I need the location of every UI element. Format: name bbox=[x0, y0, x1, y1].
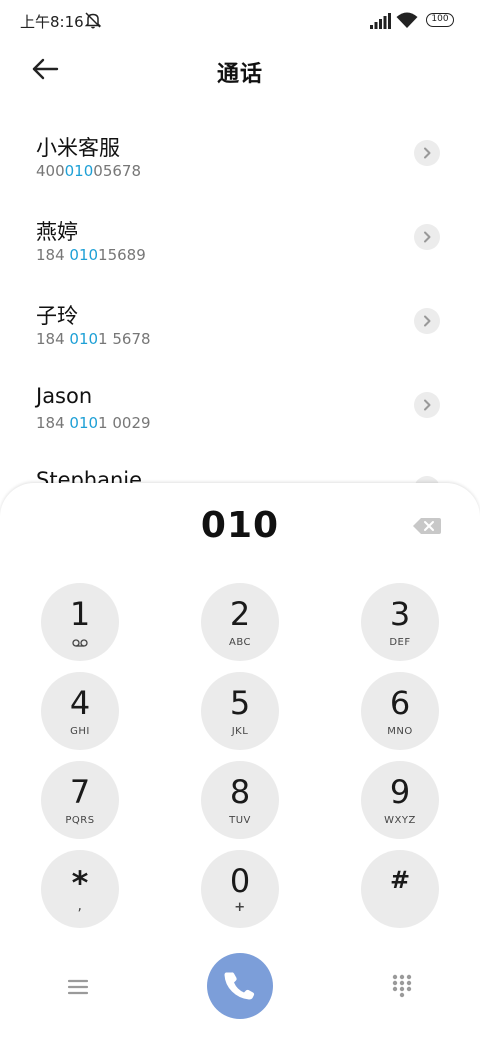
key-digit: # bbox=[389, 866, 411, 894]
key-digit: * bbox=[71, 864, 89, 902]
backspace-icon[interactable] bbox=[412, 515, 442, 537]
key-0[interactable]: 0 + bbox=[201, 850, 279, 928]
voicemail-icon bbox=[72, 639, 88, 647]
key-digit: 3 bbox=[389, 595, 411, 633]
key-letters: GHI bbox=[70, 726, 90, 737]
wifi-icon bbox=[396, 12, 418, 28]
contact-name: 燕婷 bbox=[36, 220, 78, 244]
key-digit: 5 bbox=[229, 684, 251, 722]
key-hash[interactable]: # bbox=[361, 850, 439, 928]
menu-icon[interactable] bbox=[66, 975, 90, 999]
keypad-grid-icon[interactable] bbox=[390, 973, 414, 999]
contact-list: 小米客服 40001005678 燕婷 184 01015689 子玲 184 … bbox=[0, 112, 480, 532]
key-7[interactable]: 7 PQRS bbox=[41, 761, 119, 839]
signal-icon bbox=[370, 13, 391, 29]
status-time: 上午8:16 bbox=[20, 13, 84, 31]
chevron-right-icon[interactable] bbox=[414, 308, 440, 334]
key-digit: 4 bbox=[69, 684, 91, 722]
key-digit: 6 bbox=[389, 684, 411, 722]
key-star[interactable]: * , bbox=[41, 850, 119, 928]
key-letters: WXYZ bbox=[384, 815, 416, 826]
mute-notification-icon bbox=[84, 12, 102, 29]
call-button[interactable] bbox=[207, 953, 273, 1019]
key-3[interactable]: 3 DEF bbox=[361, 583, 439, 661]
status-bar: 上午8:16 100 bbox=[0, 0, 480, 40]
match-highlight: 010 bbox=[69, 414, 99, 432]
key-letters: ABC bbox=[228, 637, 251, 648]
key-6[interactable]: 6 MNO bbox=[361, 672, 439, 750]
contact-number: 184 0101 5678 bbox=[36, 330, 151, 348]
chevron-right-icon[interactable] bbox=[414, 140, 440, 166]
key-1[interactable]: 1 bbox=[41, 583, 119, 661]
key-digit: 2 bbox=[229, 595, 251, 633]
key-digit: 1 bbox=[69, 595, 91, 633]
key-letters: , bbox=[77, 898, 83, 914]
contact-row[interactable]: 子玲 184 0101 5678 bbox=[0, 280, 480, 364]
contact-row[interactable]: 燕婷 184 01015689 bbox=[0, 196, 480, 280]
chevron-right-icon[interactable] bbox=[414, 224, 440, 250]
dialer-bottom-bar bbox=[0, 953, 480, 1021]
match-highlight: 010 bbox=[69, 246, 99, 264]
contact-name: 小米客服 bbox=[36, 136, 120, 160]
page-title: 通话 bbox=[216, 62, 263, 87]
battery-icon: 100 bbox=[426, 13, 454, 27]
match-highlight: 010 bbox=[69, 330, 99, 348]
key-letters: JKL bbox=[231, 726, 249, 737]
key-letters: TUV bbox=[229, 815, 251, 826]
contact-name: Jason bbox=[36, 384, 93, 408]
contact-row[interactable]: 小米客服 40001005678 bbox=[0, 112, 480, 196]
contact-row[interactable]: Jason 184 0101 0029 bbox=[0, 364, 480, 448]
key-2[interactable]: 2 ABC bbox=[201, 583, 279, 661]
contact-number: 40001005678 bbox=[36, 162, 141, 180]
key-4[interactable]: 4 GHI bbox=[41, 672, 119, 750]
contact-name: 子玲 bbox=[36, 304, 78, 328]
key-letters: PQRS bbox=[65, 815, 95, 826]
key-letters: DEF bbox=[389, 637, 411, 648]
key-letters: MNO bbox=[387, 726, 413, 737]
key-digit: 8 bbox=[229, 773, 251, 811]
dialed-number: 010 bbox=[200, 505, 280, 546]
key-5[interactable]: 5 JKL bbox=[201, 672, 279, 750]
chevron-right-icon[interactable] bbox=[414, 392, 440, 418]
dialer-panel: 010 1 2 ABC 3 DEF 4 GHI 5 JKL 6 MNO 7 PQ… bbox=[0, 483, 480, 1040]
contact-number: 184 0101 0029 bbox=[36, 414, 151, 432]
key-digit: 7 bbox=[69, 773, 91, 811]
key-digit: 9 bbox=[389, 773, 411, 811]
key-letters: + bbox=[234, 900, 246, 915]
phone-icon bbox=[224, 972, 255, 1000]
key-8[interactable]: 8 TUV bbox=[201, 761, 279, 839]
key-digit: 0 bbox=[229, 862, 251, 900]
match-highlight: 010 bbox=[64, 162, 94, 180]
key-9[interactable]: 9 WXYZ bbox=[361, 761, 439, 839]
contact-number: 184 01015689 bbox=[36, 246, 146, 264]
battery-level: 100 bbox=[431, 14, 449, 24]
